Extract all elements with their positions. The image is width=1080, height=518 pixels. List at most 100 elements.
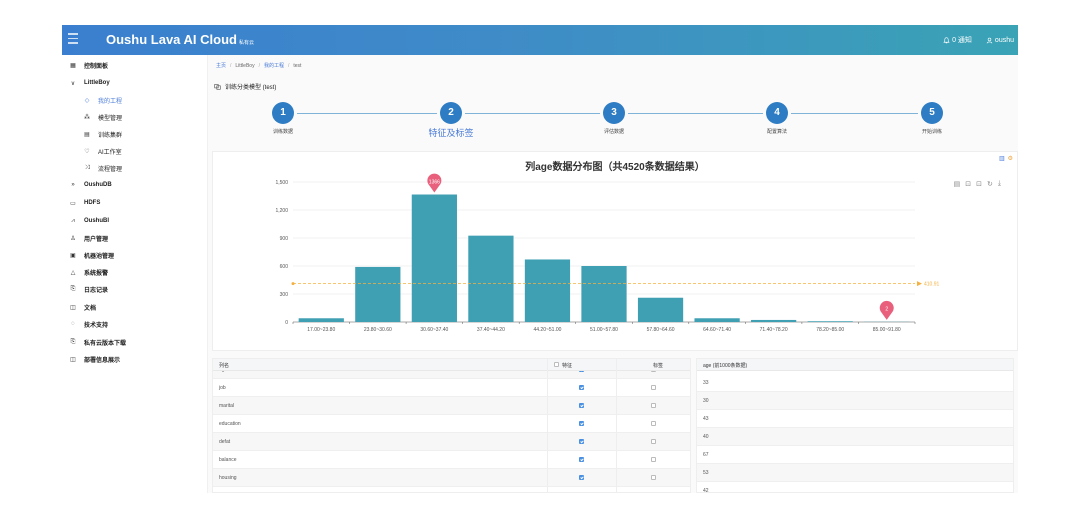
wizard-step[interactable]: 3 评估数据 [569,101,659,135]
label-checkbox[interactable] [651,385,656,390]
column-name: education [219,421,241,427]
user-menu[interactable]: oushu [986,35,1014,45]
support-icon: ◌ [71,321,75,327]
col-header-label: 标签 [653,363,664,369]
feature-checkbox[interactable] [579,385,584,390]
feature-checkbox[interactable] [579,371,584,372]
label-checkbox[interactable] [651,403,656,408]
breadcrumb-littleboy[interactable]: LittleBoy [235,63,254,69]
wizard-step[interactable]: 4 配置算法 [732,101,822,135]
x-tick-label: 64.60~71.40 [703,327,731,333]
sidebar-item[interactable]: ▤ 训练集群 [82,128,122,140]
label-checkbox[interactable] [651,457,656,462]
sidebar-item[interactable]: ◫ 部署信息展示 [68,353,120,365]
x-tick-label: 30.60~37.40 [420,327,448,333]
x-tick-label: 71.40~78.20 [760,327,788,333]
user-icon [986,37,993,43]
sidebar-item[interactable]: ⁂ 模型管理 [82,111,122,123]
page-title-text: 训练分类模型 (test) [225,85,277,91]
table-body[interactable]: age job marital education defat balance housin… [213,371,690,492]
breadcrumb-current: test [293,63,302,69]
preview-value: 42 [703,488,709,493]
feature-checkbox[interactable] [579,439,584,444]
folder-icon: ▭ [70,200,76,207]
feature-checkbox[interactable] [579,475,584,480]
sidebar-item-label: 技术支持 [84,322,109,329]
monitor-icon: ▣ [70,252,76,259]
log-icon: ⎘ [70,285,76,292]
y-tick-label: 600 [280,264,289,270]
preview-value: 30 [703,398,709,404]
sidebar-item[interactable]: ⤨ 流程管理 [82,162,122,174]
bell-icon [943,36,950,43]
model-icon [214,84,221,90]
sidebar-item[interactable]: △ 系统报警 [68,266,108,278]
bar [581,266,627,322]
mean-line-label: 410.91 [924,281,940,287]
breadcrumb-project[interactable]: 我的工程 [264,63,284,69]
sidebar-item[interactable]: ◫ 文档 [68,301,96,313]
feature-checkbox[interactable] [579,421,584,426]
y-tick-label: 1,200 [275,208,288,214]
flow-icon: ⤨ [84,164,90,171]
wizard-step[interactable]: 2 特征及标签 [406,101,496,139]
breadcrumb-home[interactable]: 主页 [216,63,226,69]
bar [468,235,514,322]
mean-line-arrow [917,281,922,287]
sidebar-item-label: AI工作室 [98,149,122,156]
label-checkbox[interactable] [651,439,656,444]
sidebar-item-label: 用户管理 [84,236,109,243]
label-checkbox[interactable] [651,371,656,372]
age-distribution-chart: 0 300 600 900 1,200 1,500 17.00~23.80 23.80~30.… [275,173,940,333]
project-icon: ◇ [84,97,90,104]
sidebar-item[interactable]: ♡ AI工作室 [82,145,122,157]
wizard-step[interactable]: 1 训练数据 [238,101,328,135]
sidebar-item[interactable]: ▦ 控制面板 [68,59,108,71]
brand-logo[interactable]: Oushu Lava AI Cloud 私有云 [106,32,254,47]
sidebar-item[interactable]: ∨ LittleBoy [68,77,110,89]
cluster-icon: ▤ [84,131,90,138]
y-tick-label: 900 [280,236,289,242]
bar [694,318,740,322]
sidebar-item[interactable]: ⎘ 私有云版本下载 [68,336,126,348]
feature-checkbox[interactable] [579,403,584,408]
line-chart-icon: ⩘ [71,217,75,224]
sidebar-item[interactable]: ▭ HDFS [68,197,100,209]
sidebar-item[interactable]: ⎘ 日志记录 [68,283,108,295]
sidebar-item[interactable]: ◇ 我的工程 [82,94,122,106]
model-icon: ⁂ [84,114,90,121]
preview-row: 43 [697,410,1013,428]
label-checkbox[interactable] [651,421,656,426]
sidebar-item[interactable]: » OushuDB [68,179,111,191]
notifications-button[interactable]: 0 通知 [943,35,972,45]
sidebar-item-label: 文档 [84,305,97,312]
sidebar-item[interactable]: ⩘ OushuBI [68,215,109,227]
preview-value: 67 [703,452,709,458]
y-tick-label: 1,500 [275,180,288,186]
wizard-step[interactable]: 5 开始训练 [887,101,977,135]
preview-row: 40 [697,428,1013,446]
preview-row: 33 [697,374,1013,392]
label-checkbox[interactable] [651,475,656,480]
download-icon: ⎘ [70,338,76,345]
sidebar-item-label: 模型管理 [98,115,123,122]
step-number: 3 [603,102,625,124]
studio-icon: ♡ [84,148,90,155]
sidebar-item[interactable]: ▣ 机器池管理 [68,249,114,261]
sidebar-item[interactable]: ◌ 技术支持 [68,318,108,330]
feature-table: 列名 特征 标签 age job marital education defat bala… [212,358,691,493]
table-row: marital [213,397,690,415]
notifications-label: 0 通知 [952,37,972,44]
select-all-features-checkbox[interactable] [554,362,559,367]
preview-header-text: age (前1000条数据) [703,363,748,369]
feature-checkbox[interactable] [579,457,584,462]
menu-toggle-icon[interactable] [68,33,82,45]
step-number: 1 [272,102,294,124]
sidebar-item[interactable]: ♙ 用户管理 [68,232,108,244]
user-icon: ♙ [70,235,76,242]
table-row: loan [213,487,690,492]
bar [751,319,797,322]
bar [298,318,344,322]
x-tick-label: 51.00~57.80 [590,327,618,333]
step-label: 开始训练 [921,129,942,135]
